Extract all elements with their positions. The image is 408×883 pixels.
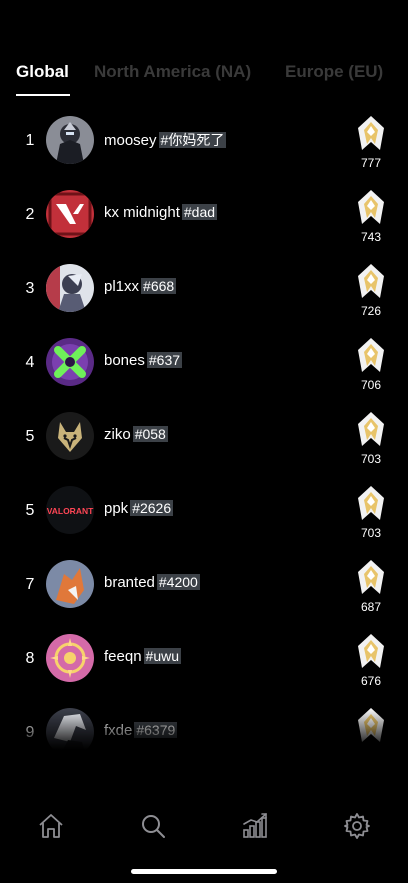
radiant-rank-icon (358, 338, 384, 372)
region-tabs: Global North America (NA) Europe (EU) (16, 62, 408, 98)
rank-rating: 706 (360, 378, 382, 392)
player-avatar (46, 190, 94, 238)
username: ppk (104, 500, 129, 517)
radiant-rank-icon (358, 708, 384, 742)
username: branted (104, 574, 155, 591)
player-name: feeqn #uwu (104, 648, 182, 665)
rank-rating: 703 (360, 452, 382, 466)
leaderboard-row[interactable]: 5 ziko #058 703 (0, 410, 408, 484)
leaderboard-row[interactable]: 3 pl1xx #668 726 (0, 262, 408, 336)
rank-number: 3 (25, 280, 35, 297)
player-tag: #2626 (130, 500, 174, 516)
rank-number: 8 (25, 650, 35, 667)
username: kx midnight (104, 204, 180, 221)
rank-number: 4 (25, 354, 35, 371)
radiant-rank-icon (358, 190, 384, 224)
rank-number: 2 (25, 206, 35, 223)
rank-rating: 676 (360, 674, 382, 688)
player-name: ziko #058 (104, 426, 168, 443)
player-tag: #637 (146, 352, 183, 368)
leaderboard-row[interactable]: 4 bones #637 706 (0, 336, 408, 410)
player-tag: #6379 (134, 722, 178, 738)
rank-number: 5 (25, 428, 35, 445)
player-tag: #uwu (143, 648, 182, 664)
leaderboard-row[interactable]: 7 branted #4200 687 (0, 558, 408, 632)
player-name: bones #637 (104, 352, 183, 369)
leaderboard-row[interactable]: 5 VALORANT ppk #2626 703 (0, 484, 408, 558)
rank-rating: 687 (360, 600, 382, 614)
radiant-rank-icon (358, 634, 384, 668)
player-tag: #668 (141, 278, 177, 294)
radiant-rank-icon (358, 264, 384, 298)
rank-number: 1 (25, 132, 35, 149)
username: ziko (104, 426, 131, 443)
player-avatar (46, 338, 94, 386)
radiant-rank-icon (358, 412, 384, 446)
player-avatar (46, 560, 94, 608)
radiant-rank-icon (358, 560, 384, 594)
player-name: kx midnight #dad (104, 204, 218, 221)
home-icon[interactable] (31, 806, 71, 846)
tab-europe[interactable]: Europe (EU) (285, 62, 383, 82)
username: moosey (104, 132, 157, 149)
rank-number: 5 (25, 502, 35, 519)
player-avatar (46, 634, 94, 682)
username: fxde (104, 722, 133, 739)
leaderboard-row[interactable]: 1 moosey #你妈死了 777 (0, 114, 408, 188)
radiant-rank-icon (358, 116, 384, 150)
leaderboard-row[interactable]: 9 fxde #6379 (0, 706, 408, 750)
player-name: pl1xx #668 (104, 278, 177, 295)
rank-number: 9 (25, 724, 35, 741)
tab-global[interactable]: Global (16, 62, 69, 82)
player-avatar (46, 412, 94, 460)
player-avatar: VALORANT (46, 486, 94, 534)
player-name: ppk #2626 (104, 500, 174, 517)
rank-rating: 777 (360, 156, 382, 170)
active-tab-indicator (16, 94, 70, 96)
rank-rating: 703 (360, 526, 382, 540)
leaderboard-list[interactable]: 1 moosey #你妈死了 777 2 kx midnight #dad 7 4 3 … (0, 114, 408, 750)
avatar-valorant-wordmark: VALORANT (47, 506, 94, 516)
player-name: moosey #你妈死了 (104, 130, 227, 150)
home-indicator[interactable] (131, 869, 277, 874)
player-name: branted #4200 (104, 574, 200, 591)
username: pl1xx (104, 278, 140, 295)
radiant-rank-icon (358, 486, 384, 520)
player-avatar (46, 264, 94, 312)
rank-rating: 743 (360, 230, 382, 244)
player-tag: #dad (181, 204, 218, 220)
player-name: fxde #6379 (104, 722, 178, 739)
search-icon[interactable] (133, 806, 173, 846)
player-tag: #4200 (156, 574, 200, 590)
player-tag: #你妈死了 (158, 132, 227, 148)
username: feeqn (104, 648, 142, 665)
leaderboard-icon[interactable] (235, 806, 275, 846)
bottom-nav (0, 806, 408, 846)
leaderboard-row[interactable]: 8 feeqn #uwu 676 (0, 632, 408, 706)
tab-north-america[interactable]: North America (NA) (94, 62, 251, 82)
rank-rating: 726 (360, 304, 382, 318)
username: bones (104, 352, 145, 369)
player-tag: #058 (132, 426, 168, 442)
rank-number: 7 (25, 576, 35, 593)
leaderboard-row[interactable]: 2 kx midnight #dad 743 (0, 188, 408, 262)
player-avatar (46, 116, 94, 164)
player-avatar (46, 708, 94, 750)
settings-icon[interactable] (337, 806, 377, 846)
